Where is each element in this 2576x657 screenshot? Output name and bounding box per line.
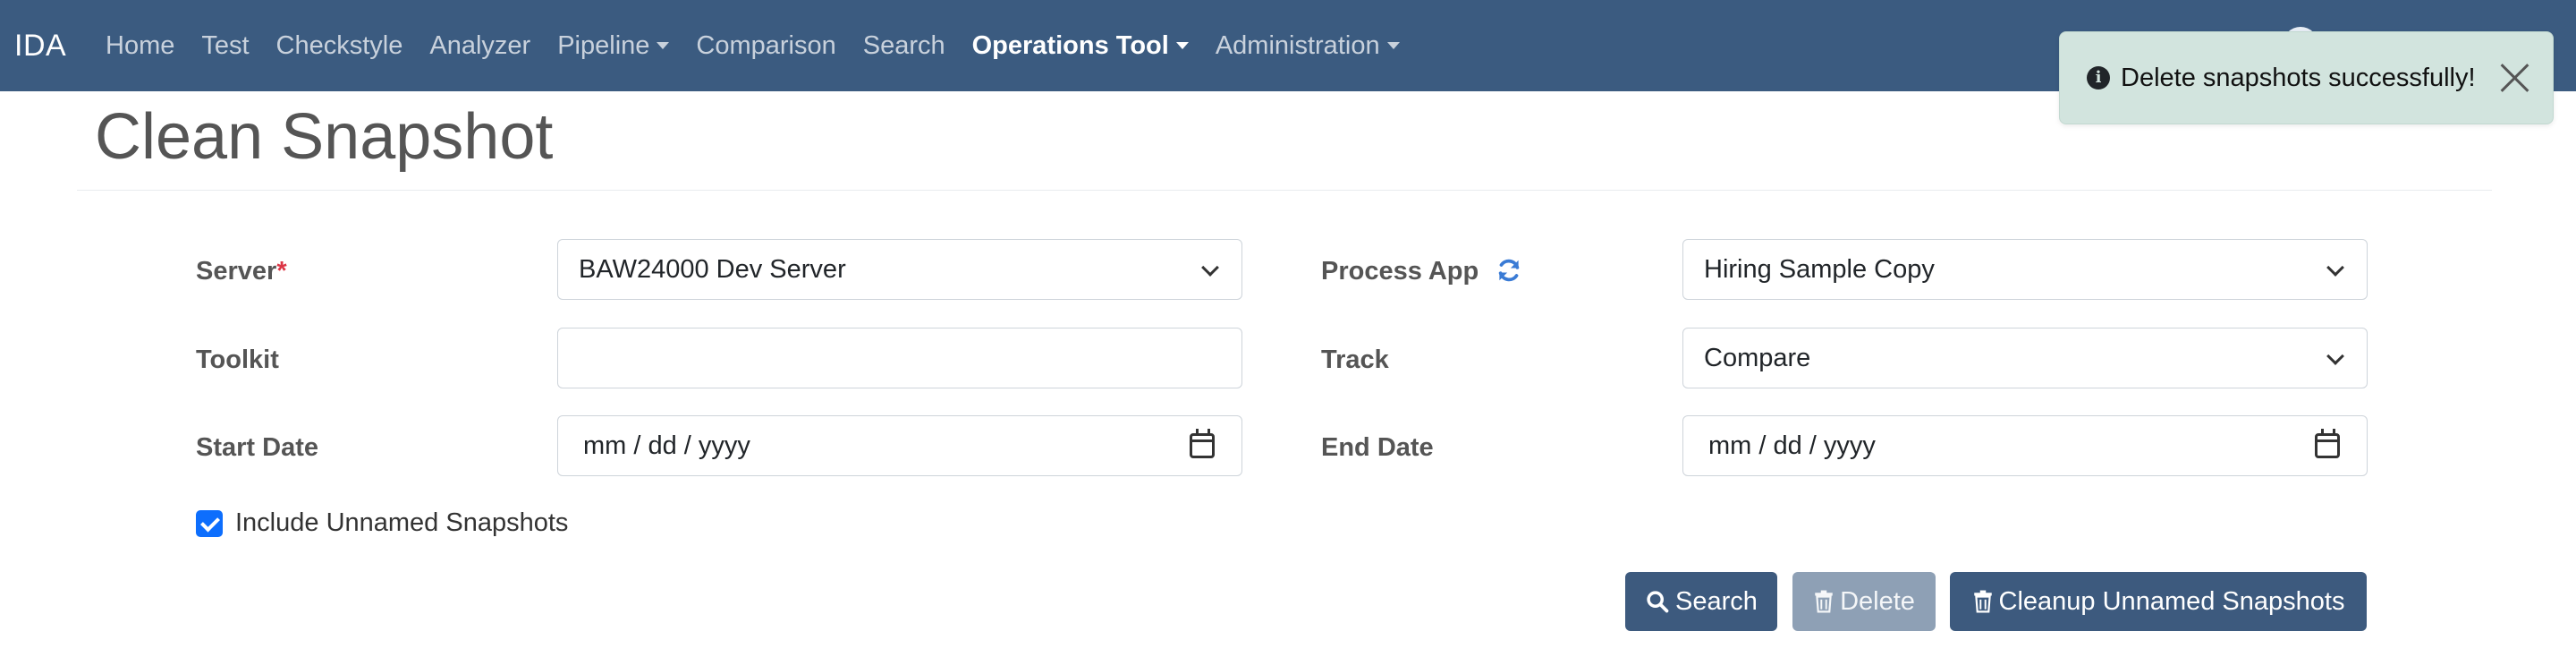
cleanup-unnamed-button[interactable]: Cleanup Unnamed Snapshots (1950, 572, 2367, 631)
nav-checkstyle[interactable]: Checkstyle (276, 31, 403, 61)
nav-analyzer[interactable]: Analyzer (429, 31, 530, 61)
refresh-icon[interactable] (1496, 257, 1522, 284)
search-icon (1647, 591, 1669, 613)
toast-message: Delete snapshots successfully! (2121, 63, 2476, 92)
nav-home[interactable]: Home (106, 31, 174, 61)
page-title: Clean Snapshot (95, 101, 554, 173)
calendar-icon[interactable] (1190, 429, 1215, 458)
nav-test[interactable]: Test (201, 31, 249, 61)
process-app-label: Process App (1321, 257, 1479, 286)
end-date-label: End Date (1321, 433, 1434, 462)
trash-icon (1815, 590, 1833, 613)
chevron-down-icon (2326, 347, 2344, 365)
include-unnamed-checkbox[interactable] (196, 510, 223, 537)
caret-down-icon (1386, 42, 1400, 49)
required-marker: * (276, 257, 287, 286)
server-select[interactable]: BAW24000 Dev Server (557, 239, 1242, 300)
end-date-input[interactable]: mm / dd / yyyy (1682, 415, 2368, 476)
search-button[interactable]: Search (1625, 572, 1777, 631)
nav-search[interactable]: Search (863, 31, 945, 61)
start-date-label: Start Date (196, 433, 318, 462)
toolkit-label: Toolkit (196, 346, 279, 374)
include-unnamed-label[interactable]: Include Unnamed Snapshots (235, 508, 568, 538)
main-nav: Home Test Checkstyle Analyzer Pipeline C… (106, 0, 1427, 91)
info-icon: i (2087, 66, 2110, 90)
brand-logo[interactable]: IDA (14, 0, 66, 91)
success-toast: i Delete snapshots successfully! (2059, 31, 2554, 124)
track-select[interactable]: Compare (1682, 328, 2368, 388)
track-label: Track (1321, 346, 1389, 374)
close-icon[interactable] (2499, 63, 2529, 93)
nav-pipeline-dropdown[interactable]: Pipeline (557, 31, 670, 61)
trash-icon (1973, 590, 1992, 613)
nav-operations-tool-dropdown[interactable]: Operations Tool (972, 31, 1189, 61)
process-app-select[interactable]: Hiring Sample Copy (1682, 239, 2368, 300)
server-label: Server* (196, 257, 287, 286)
nav-comparison[interactable]: Comparison (696, 31, 835, 61)
title-divider (77, 190, 2492, 191)
chevron-down-icon (2326, 259, 2344, 277)
delete-button[interactable]: Delete (1792, 572, 1936, 631)
caret-down-icon (1175, 42, 1189, 49)
calendar-icon[interactable] (2315, 429, 2340, 458)
start-date-input[interactable]: mm / dd / yyyy (557, 415, 1242, 476)
chevron-down-icon (1201, 259, 1219, 277)
nav-administration-dropdown[interactable]: Administration (1216, 31, 1400, 61)
caret-down-icon (657, 42, 670, 49)
toolkit-input[interactable] (557, 328, 1242, 388)
